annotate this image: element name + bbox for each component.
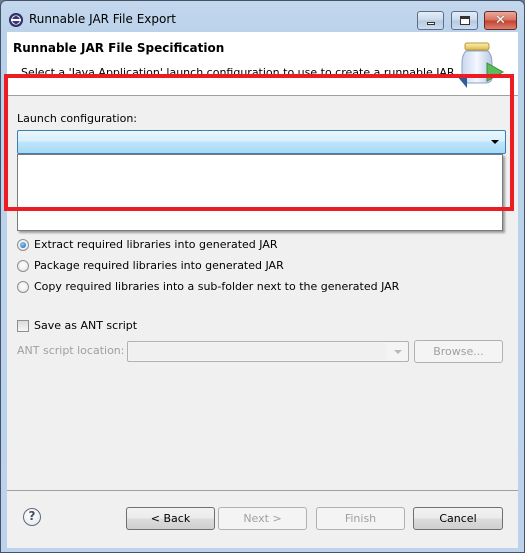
maximize-button[interactable] (451, 11, 478, 30)
launch-configuration-label: Launch configuration: (17, 112, 138, 125)
chevron-down-icon[interactable] (491, 140, 499, 144)
close-icon: ✕ (495, 13, 506, 28)
maximize-icon (460, 16, 470, 25)
chevron-down-icon[interactable] (394, 350, 402, 354)
back-button[interactable]: < Back (126, 507, 215, 530)
ant-script-location-input[interactable] (129, 343, 387, 360)
window-title: Runnable JAR File Export (29, 12, 176, 26)
ant-script-location-label: ANT script location: (17, 344, 125, 357)
ant-script-location-combo[interactable] (127, 341, 409, 362)
checkbox-icon[interactable] (17, 319, 29, 332)
page-description: Select a 'Java Application' launch confi… (21, 66, 458, 79)
minimize-button[interactable] (417, 11, 444, 30)
finish-button[interactable]: Finish (316, 507, 405, 530)
launch-configuration-combo[interactable] (17, 130, 506, 154)
help-icon[interactable]: ? (23, 508, 41, 526)
radio-unchecked-icon[interactable] (17, 259, 29, 272)
close-button[interactable]: ✕ (484, 11, 517, 30)
radio-copy-libraries[interactable]: Copy required libraries into a sub-folde… (17, 280, 399, 293)
dialog-client-area: Runnable JAR File Specification Select a… (7, 32, 518, 548)
browse-button[interactable]: Browse... (414, 340, 503, 363)
radio-label: Copy required libraries into a sub-folde… (34, 280, 400, 293)
cancel-button[interactable]: Cancel (413, 507, 503, 530)
minimize-icon (427, 22, 435, 25)
page-title: Runnable JAR File Specification (13, 41, 225, 55)
next-button[interactable]: Next > (218, 507, 307, 530)
footer-divider (7, 490, 518, 491)
export-dialog-window: Runnable JAR File Export ✕ Runnable JAR … (0, 0, 525, 553)
radio-unchecked-icon[interactable] (17, 280, 29, 293)
launch-configuration-dropdown-list[interactable] (17, 154, 503, 231)
radio-label: Package required libraries into generate… (34, 259, 284, 272)
radio-checked-icon[interactable] (17, 238, 29, 251)
wizard-header: Runnable JAR File Specification Select a… (7, 32, 518, 96)
jar-export-icon (457, 42, 505, 88)
title-bar[interactable]: Runnable JAR File Export ✕ (1, 1, 524, 33)
eclipse-icon (9, 13, 23, 27)
radio-extract-libraries[interactable]: Extract required libraries into generate… (17, 238, 278, 251)
radio-package-libraries[interactable]: Package required libraries into generate… (17, 259, 284, 272)
radio-label: Extract required libraries into generate… (34, 238, 278, 251)
save-ant-script-checkbox[interactable]: Save as ANT script (17, 319, 137, 332)
checkbox-label: Save as ANT script (34, 319, 138, 332)
